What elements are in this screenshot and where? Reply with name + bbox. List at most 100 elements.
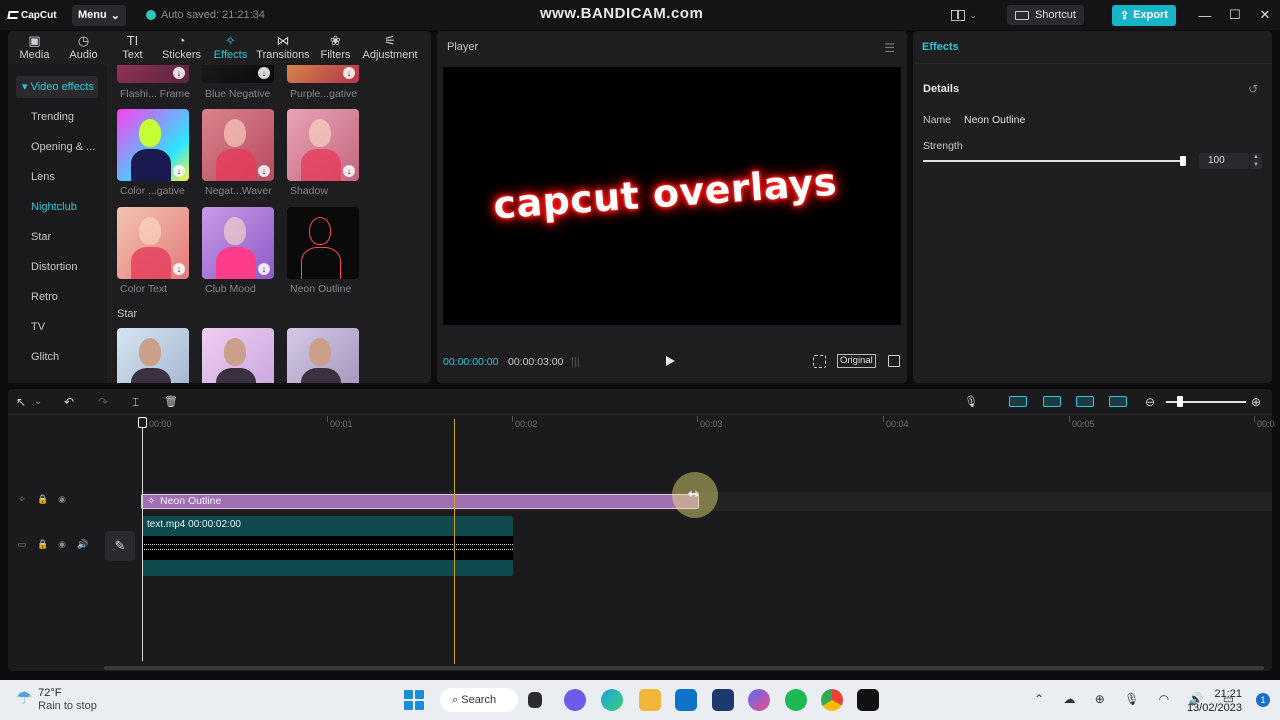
download-icon[interactable]: ↓	[173, 67, 185, 79]
effect-thumb-neon-outline[interactable]	[287, 207, 359, 279]
strength-slider-handle[interactable]	[1180, 156, 1186, 166]
lock-icon[interactable]: 🔒	[37, 494, 48, 504]
select-tool-icon[interactable]: ↖	[16, 395, 26, 409]
chrome-icon[interactable]	[821, 689, 843, 711]
eye-icon[interactable]: ◉	[57, 494, 67, 504]
timecode-grid-icon[interactable]: |||	[571, 356, 580, 368]
layout-chevron-icon[interactable]: ⌄	[969, 10, 977, 21]
taskbar-search[interactable]: ⌕ Search	[440, 688, 518, 712]
chevron-down-icon[interactable]: ▼	[1253, 162, 1259, 168]
player-menu-icon[interactable]: ☰	[884, 41, 895, 55]
effect-thumb-star-1[interactable]	[117, 328, 189, 383]
download-icon[interactable]: ↓	[173, 165, 185, 177]
effect-thumb-star-3[interactable]	[287, 328, 359, 383]
playhead-line[interactable]	[142, 419, 143, 661]
tab-text[interactable]: TI Text	[108, 31, 157, 65]
tab-effects[interactable]: ✧ Effects	[206, 31, 255, 65]
category-retro[interactable]: Retro	[8, 282, 107, 312]
details-tab-effects[interactable]: Effects	[922, 41, 959, 53]
category-nightclub[interactable]: Nightclub	[8, 192, 107, 222]
tab-media[interactable]: ▣ Media	[10, 31, 59, 65]
frame-capture-icon[interactable]	[813, 355, 826, 368]
tab-adjustment[interactable]: ⚟ Adjustment	[360, 31, 420, 65]
tab-stickers[interactable]: ◔ Stickers	[157, 31, 206, 65]
category-header-video-effects[interactable]: ▾ Video effects	[16, 76, 98, 98]
category-tv[interactable]: TV	[8, 312, 107, 342]
tab-transitions[interactable]: ⋈ Transitions	[255, 31, 311, 65]
category-distortion[interactable]: Distortion	[8, 252, 107, 282]
capcut-taskbar-icon[interactable]	[857, 689, 879, 711]
photos-editor-icon[interactable]	[712, 689, 734, 711]
windows-start-icon[interactable]	[404, 690, 424, 710]
category-star[interactable]: Star	[8, 222, 107, 252]
effect-thumb-star-2[interactable]	[202, 328, 274, 383]
download-icon[interactable]: ↓	[258, 67, 270, 79]
video-preview[interactable]: capcut overlays	[443, 67, 901, 325]
minimize-button[interactable]: —	[1190, 8, 1220, 23]
effect-thumb-shadow[interactable]: ↓	[287, 109, 359, 181]
maximize-button[interactable]: ☐	[1220, 7, 1250, 23]
effect-thumb-blue-negative[interactable]: ↓	[202, 65, 274, 83]
download-icon[interactable]: ↓	[258, 165, 270, 177]
zoom-out-icon[interactable]: ⊖	[1145, 395, 1155, 409]
zoom-in-icon[interactable]: ⊕	[1251, 395, 1261, 409]
category-trending[interactable]: Trending	[8, 102, 107, 132]
effect-thumb-purple-negative[interactable]: ↓	[287, 65, 359, 83]
chevron-up-icon[interactable]: ▲	[1253, 154, 1259, 160]
effect-thumb-negative-waver[interactable]: ↓	[202, 109, 274, 181]
microphone-icon[interactable]: 🎙	[964, 395, 978, 409]
play-button[interactable]	[666, 356, 675, 366]
teams-chat-icon[interactable]	[564, 689, 586, 711]
auto-snap-icon[interactable]	[1043, 396, 1061, 407]
effect-clip-neon-outline[interactable]: ✧ Neon Outline	[141, 494, 699, 509]
notification-badge[interactable]: 1	[1256, 693, 1270, 707]
download-icon[interactable]: ↓	[343, 165, 355, 177]
menu-button[interactable]: Menu ⌄	[72, 4, 126, 26]
close-button[interactable]: ✕	[1250, 7, 1280, 23]
split-icon[interactable]: ⌶	[132, 395, 139, 409]
zoom-slider-handle[interactable]	[1177, 396, 1183, 407]
weather-widget[interactable]: ☂ 72°F Rain to stop	[16, 687, 97, 712]
time-ruler[interactable]: 00:00 00:01 00:02 00:03 00:04 00:05 00:0	[8, 416, 1275, 432]
app-icon[interactable]	[748, 689, 770, 711]
linkage-icon[interactable]	[1076, 396, 1094, 407]
layout-icon[interactable]	[951, 9, 966, 21]
preview-axis-icon[interactable]	[1109, 396, 1127, 407]
strength-slider[interactable]	[923, 160, 1185, 162]
timeline-scrollbar[interactable]	[104, 666, 1264, 670]
category-opening[interactable]: Opening & ...	[8, 132, 107, 162]
task-view-icon[interactable]	[528, 692, 542, 708]
lock-icon[interactable]: 🔒	[37, 539, 48, 549]
video-clip-text-mp4[interactable]: text.mp4 00:00:02:00	[142, 516, 513, 576]
delete-icon[interactable]: 🗑	[164, 395, 178, 409]
tab-audio[interactable]: ◷ Audio	[59, 31, 108, 65]
download-icon[interactable]: ↓	[258, 263, 270, 275]
playhead-handle[interactable]	[138, 417, 147, 428]
select-tool-dropdown-icon[interactable]: ⌄	[34, 395, 42, 409]
mail-icon[interactable]	[675, 689, 697, 711]
fullscreen-icon[interactable]	[888, 355, 900, 367]
file-explorer-icon[interactable]	[639, 689, 661, 711]
ratio-original-button[interactable]: Original	[837, 354, 876, 368]
redo-icon[interactable]: ↷	[98, 395, 108, 409]
spotify-icon[interactable]	[785, 689, 807, 711]
tab-filters[interactable]: ❀ Filters	[311, 31, 360, 65]
reset-icon[interactable]: ↺	[1248, 82, 1258, 96]
eye-icon[interactable]: ◉	[57, 539, 67, 549]
strength-stepper[interactable]: ▲ ▼	[1250, 153, 1262, 169]
effect-thumb-color-negative[interactable]: ↓	[117, 109, 189, 181]
undo-icon[interactable]: ↶	[64, 395, 74, 409]
speaker-icon[interactable]: 🔊	[77, 539, 88, 549]
category-lens[interactable]: Lens	[8, 162, 107, 192]
shortcut-button[interactable]: Shortcut	[1006, 5, 1084, 25]
download-icon[interactable]: ↓	[343, 67, 355, 79]
edge-icon[interactable]	[601, 689, 623, 711]
main-track-magnet-icon[interactable]	[1009, 396, 1027, 407]
strength-input[interactable]: 100	[1199, 153, 1249, 169]
effect-thumb-club-mood[interactable]: ↓	[202, 207, 274, 279]
effect-thumb-flashing-frame[interactable]: ↓	[117, 65, 189, 83]
category-glitch[interactable]: Glitch	[8, 342, 107, 372]
edit-cover-button[interactable]: ✎	[105, 531, 135, 561]
effect-thumb-color-text[interactable]: ↓	[117, 207, 189, 279]
taskbar-clock[interactable]: 21:21 13/02/2023	[1187, 687, 1242, 715]
